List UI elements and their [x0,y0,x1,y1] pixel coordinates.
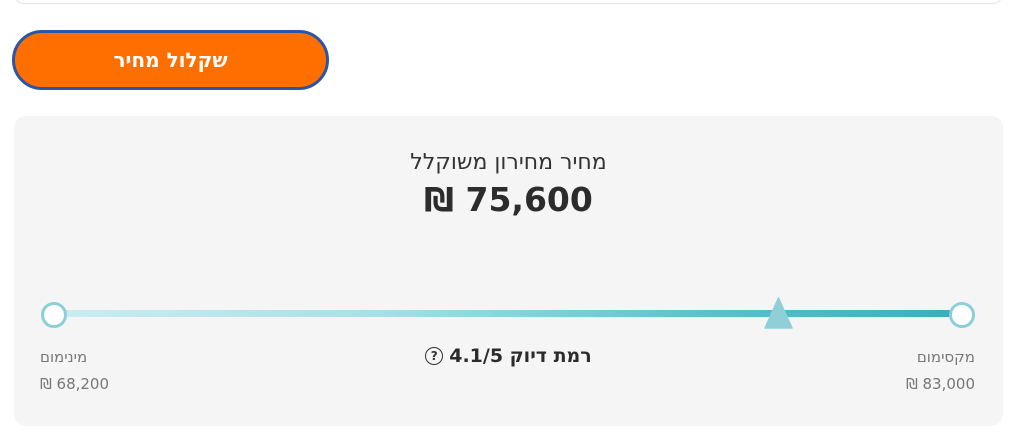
position-marker-icon [764,297,793,329]
price-range-track [52,310,964,317]
calculate-price-button[interactable]: שקלול מחיר [12,30,329,90]
top-card-edge [14,0,1003,4]
accuracy-text: רמת דיוק 4.1/5 [449,345,592,367]
calculate-price-label: שקלול מחיר [113,48,228,72]
result-title: מחיר מחירון משוקלל [410,150,607,175]
max-value: ₪ 83,000 [905,375,975,393]
range-max-node [949,302,975,328]
min-value: ₪ 68,200 [40,375,110,393]
weighted-price: ₪ 75,600 [424,180,593,219]
help-icon[interactable]: ? [425,347,444,365]
accuracy-rating: ? רמת דיוק 4.1/5 [14,345,1003,367]
price-result-panel: מחיר מחירון משוקלל ₪ 75,600 מינימום ₪ 68… [14,116,1003,426]
range-min-node [41,302,67,328]
